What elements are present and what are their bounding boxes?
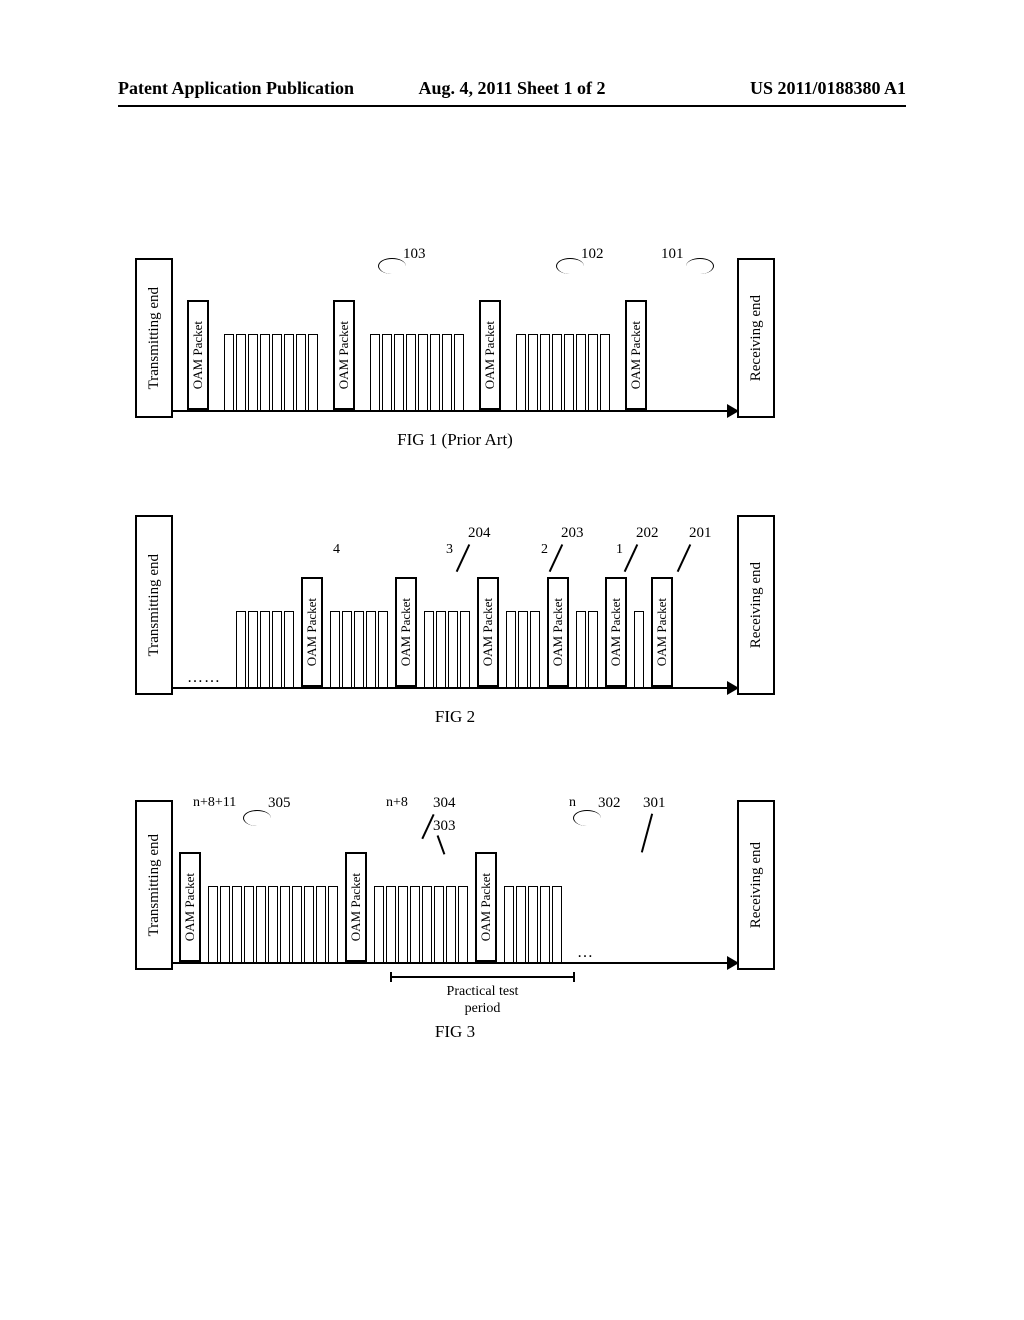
count-4: 4 — [333, 542, 340, 558]
fig1-packets: OAM Packet OAM Packet OAM Packet OAM Pac… — [173, 300, 737, 410]
leader-305 — [243, 810, 271, 826]
oam-packet: OAM Packet — [345, 852, 367, 962]
oam-packet: OAM Packet — [651, 577, 673, 687]
arrow-line — [173, 962, 739, 964]
transmitting-end-box: Transmitting end — [135, 515, 173, 695]
ellipsis: … — [577, 944, 594, 962]
ref-103: 103 — [403, 246, 426, 263]
oam-packet: OAM Packet — [475, 852, 497, 962]
figure-2: Transmitting end 4 3 2 1 204 203 202 201… — [135, 515, 775, 745]
ref-101: 101 — [661, 246, 684, 263]
count-1: 1 — [616, 542, 623, 558]
fig1-diagram: Transmitting end 103 102 101 OAM Packet … — [135, 258, 775, 418]
ref-301: 301 — [643, 795, 666, 812]
fig1-caption: FIG 1 (Prior Art) — [135, 430, 775, 450]
arrow-line — [173, 410, 739, 412]
fig3-timeline: n+8+11 305 n+8 304 303 n 302 301 OAM Pac… — [173, 800, 737, 970]
ref-302: 302 — [598, 795, 621, 812]
oam-packet: OAM Packet — [395, 577, 417, 687]
receiving-label: Receiving end — [748, 295, 765, 381]
oam-packet: OAM Packet — [301, 577, 323, 687]
oam-packet: OAM Packet — [605, 577, 627, 687]
fig3-packets: OAM Packet OAM Packet OAM Packet … — [173, 852, 737, 962]
oam-packet: OAM Packet — [187, 300, 209, 410]
fig2-diagram: Transmitting end 4 3 2 1 204 203 202 201… — [135, 515, 775, 695]
oam-packet: OAM Packet — [479, 300, 501, 410]
leader-103 — [378, 258, 406, 274]
ref-305: 305 — [268, 795, 291, 812]
header-center: Aug. 4, 2011 Sheet 1 of 2 — [378, 78, 646, 99]
ref-204: 204 — [468, 525, 491, 542]
seq-n8: n+8 — [386, 795, 408, 811]
seq-n811: n+8+11 — [193, 795, 236, 811]
leader-201 — [677, 544, 691, 572]
fig2-caption: FIG 2 — [135, 707, 775, 727]
fig2-timeline: 4 3 2 1 204 203 202 201 …… OAM Packet — [173, 515, 737, 695]
leader-101 — [686, 258, 714, 274]
leader-302 — [573, 810, 601, 826]
leader-102 — [556, 258, 584, 274]
ref-202: 202 — [636, 525, 659, 542]
count-3: 3 — [446, 542, 453, 558]
arrow-line — [173, 687, 739, 689]
count-2: 2 — [541, 542, 548, 558]
transmitting-end-box: Transmitting end — [135, 800, 173, 970]
seq-n: n — [569, 795, 576, 811]
header-left: Patent Application Publication — [118, 78, 378, 99]
fig2-packets: …… OAM Packet OAM Packet OAM Packet OAM … — [173, 577, 737, 687]
transmitting-label: Transmitting end — [146, 287, 163, 389]
ref-201: 201 — [689, 525, 712, 542]
service-packet — [224, 334, 234, 410]
leader-202 — [624, 544, 638, 572]
figure-1: Transmitting end 103 102 101 OAM Packet … — [135, 258, 775, 458]
oam-packet: OAM Packet — [179, 852, 201, 962]
header-right: US 2011/0188380 A1 — [646, 78, 906, 99]
page-header: Patent Application Publication Aug. 4, 2… — [118, 78, 906, 107]
leader-203 — [549, 544, 563, 572]
leader-204 — [456, 544, 470, 572]
fig1-timeline: 103 102 101 OAM Packet OAM Packet OAM Pa… — [173, 258, 737, 418]
receiving-end-box: Receiving end — [737, 800, 775, 970]
ref-203: 203 — [561, 525, 584, 542]
ref-303: 303 — [433, 818, 456, 835]
oam-packet: OAM Packet — [547, 577, 569, 687]
transmitting-end-box: Transmitting end — [135, 258, 173, 418]
fig3-diagram: Transmitting end n+8+11 305 n+8 304 303 … — [135, 800, 775, 970]
oam-packet: OAM Packet — [625, 300, 647, 410]
receiving-end-box: Receiving end — [737, 258, 775, 418]
fig3-caption: FIG 3 — [135, 1022, 775, 1042]
leader-301 — [641, 813, 653, 852]
figure-3: Transmitting end n+8+11 305 n+8 304 303 … — [135, 800, 775, 1060]
period-label: Practical test period — [447, 984, 519, 1018]
ref-102: 102 — [581, 246, 604, 263]
ellipsis: …… — [187, 669, 221, 687]
oam-packet: OAM Packet — [477, 577, 499, 687]
receiving-end-box: Receiving end — [737, 515, 775, 695]
period-bracket: Practical test period — [390, 976, 575, 1018]
ref-304: 304 — [433, 795, 456, 812]
oam-packet: OAM Packet — [333, 300, 355, 410]
